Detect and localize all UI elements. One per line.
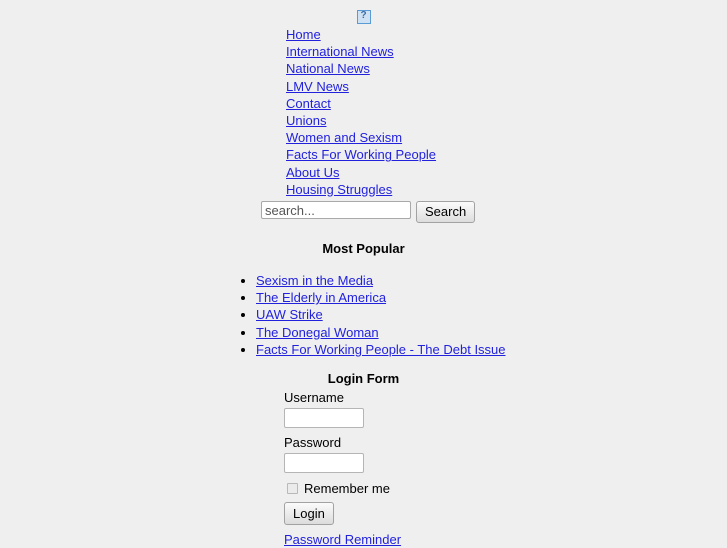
- nav-item-unions: Unions: [286, 112, 436, 129]
- popular-link-the-donegal-woman[interactable]: The Donegal Woman: [256, 325, 379, 340]
- nav-item-home: Home: [286, 26, 436, 43]
- list-item: The Donegal Woman: [256, 324, 506, 341]
- search-input[interactable]: [261, 201, 411, 219]
- remember-me-checkbox[interactable]: [287, 482, 298, 494]
- search-module: Search: [261, 201, 476, 223]
- nav-link-unions[interactable]: Unions: [286, 113, 326, 128]
- nav-link-national-news[interactable]: National News: [286, 61, 370, 76]
- password-field[interactable]: [284, 453, 364, 473]
- popular-link-the-elderly-in-america[interactable]: The Elderly in America: [256, 290, 386, 305]
- nav-link-facts-for-working-people[interactable]: Facts For Working People: [286, 147, 436, 162]
- nav-item-women-and-sexism: Women and Sexism: [286, 129, 436, 146]
- nav-link-housing-struggles[interactable]: Housing Struggles: [286, 182, 392, 197]
- nav-item-facts-for-working-people: Facts For Working People: [286, 146, 436, 163]
- login-form: Username Password Remember me Login Pass…: [284, 390, 401, 548]
- list-item: Sexism in the Media: [256, 272, 506, 289]
- broken-image-glyph: ?: [360, 9, 367, 21]
- main-navigation: Home International News National News LM…: [286, 26, 436, 198]
- remember-me-label: Remember me: [304, 480, 390, 496]
- nav-link-contact[interactable]: Contact: [286, 96, 331, 111]
- broken-image-icon[interactable]: ?: [356, 9, 371, 24]
- popular-link-facts-for-working-people-debt-issue[interactable]: Facts For Working People - The Debt Issu…: [256, 342, 506, 357]
- list-item: Password Reminder: [284, 531, 401, 548]
- nav-link-women-and-sexism[interactable]: Women and Sexism: [286, 130, 402, 145]
- most-popular-title: Most Popular: [322, 241, 405, 256]
- list-item: UAW Strike: [256, 306, 506, 323]
- username-label: Username: [284, 390, 344, 405]
- login-button[interactable]: Login: [284, 502, 334, 525]
- list-item: The Elderly in America: [256, 289, 506, 306]
- login-help-links: Password Reminder: [284, 531, 401, 548]
- list-item: Facts For Working People - The Debt Issu…: [256, 341, 506, 358]
- remember-me-row[interactable]: Remember me: [282, 480, 401, 496]
- nav-item-contact: Contact: [286, 95, 436, 112]
- nav-item-international-news: International News: [286, 43, 436, 60]
- site-logo-row: ?: [0, 0, 727, 26]
- most-popular-list: Sexism in the Media The Elderly in Ameri…: [256, 272, 506, 358]
- nav-item-national-news: National News: [286, 60, 436, 77]
- nav-link-international-news[interactable]: International News: [286, 44, 394, 59]
- password-label: Password: [284, 435, 342, 450]
- login-form-title: Login Form: [327, 371, 400, 386]
- nav-item-lmv-news: LMV News: [286, 78, 436, 95]
- username-field[interactable]: [284, 408, 364, 428]
- nav-link-about-us[interactable]: About Us: [286, 165, 339, 180]
- nav-item-housing-struggles: Housing Struggles: [286, 181, 436, 198]
- popular-link-uaw-strike[interactable]: UAW Strike: [256, 307, 323, 322]
- popular-link-sexism-in-the-media[interactable]: Sexism in the Media: [256, 273, 373, 288]
- page-body: { "page": { "background_color": "#efefef…: [0, 0, 727, 548]
- search-button[interactable]: Search: [416, 201, 476, 223]
- nav-item-about-us: About Us: [286, 164, 436, 181]
- nav-link-home[interactable]: Home: [286, 27, 321, 42]
- nav-link-lmv-news[interactable]: LMV News: [286, 79, 349, 94]
